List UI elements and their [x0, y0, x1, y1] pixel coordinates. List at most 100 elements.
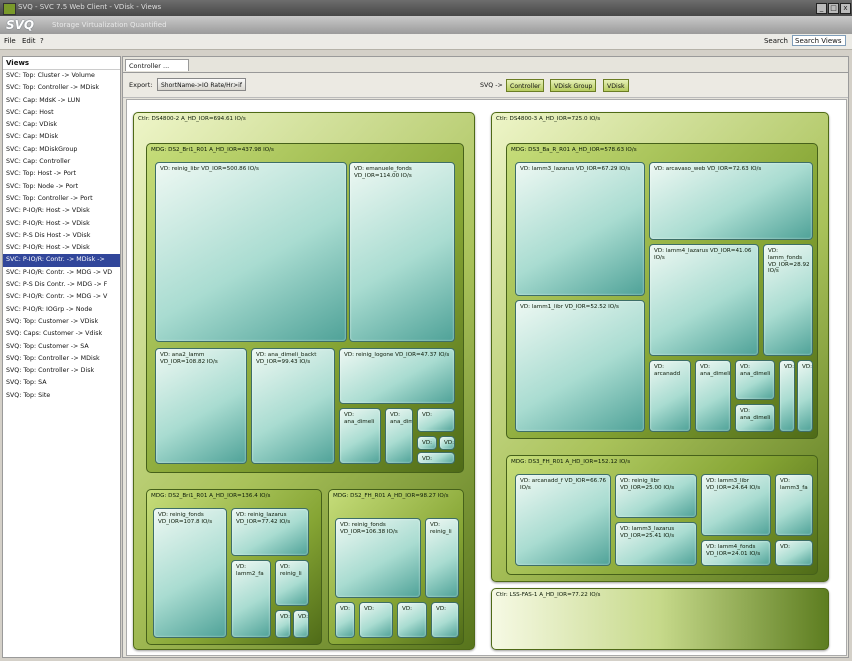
vdisk-node[interactable]: VD: lamm4_fonds VD_IOR=24.01 IO/s [701, 540, 771, 566]
app-banner: SVQ Storage Virtualization Quantified [0, 16, 852, 35]
vdisk-node-label: VD: lamm3_fa [780, 478, 808, 491]
vdisk-node-label: VD: lamm2_fa [236, 564, 264, 577]
views-list-item[interactable]: SVC: Top: Node -> Port [3, 181, 120, 193]
vdisk-node[interactable]: VD: reinig_logone VD_IOR=47.37 IO/s [339, 348, 455, 404]
vdisk-node[interactable]: VD: reinig_fonds VD_IOR=106.38 IO/s [335, 518, 421, 598]
mdisk-group-node[interactable]: MDG: DS3_Ba_R_R01 A_HD_IOR=578.63 IO/s VD… [506, 143, 818, 439]
controller-node[interactable]: Ctlr: LSS-FAS-1 A_HD_IOR=77.22 IO/s [491, 588, 829, 650]
views-list-item[interactable]: SVC: P-IO/R: Host -> VDisk [3, 205, 120, 217]
vdisk-node[interactable]: VD: arcanadd [649, 360, 691, 432]
views-list-item[interactable]: SVQ: Top: Controller -> Disk [3, 365, 120, 377]
mdisk-group-node[interactable]: MDG: DS2_FH_R01 A_HD_IOR=98.27 IO/s VD: r… [328, 489, 464, 645]
views-list-item[interactable]: SVC: Top: Cluster -> Volume [3, 70, 120, 82]
views-list-item[interactable]: SVC: P-IO/R: Host -> VDisk [3, 218, 120, 230]
controller-node-label: Ctlr: DS4800-2 A_HD_IOR=694.61 IO/s [138, 116, 246, 122]
menu-help[interactable]: ? [40, 37, 44, 45]
maximize-button[interactable]: □ [828, 3, 839, 14]
vdisk-node-label: VD: [422, 412, 433, 418]
vdisk-node[interactable]: VD: lamm2_fa [231, 560, 271, 638]
menu-edit[interactable]: Edit [22, 37, 36, 45]
vdisk-node[interactable]: VD: [775, 540, 813, 566]
vdisk-node[interactable]: VD: reinig_lazarus VD_IOR=77.42 IO/s [231, 508, 309, 556]
vdisk-node[interactable]: VD: ana_dimeli [735, 360, 775, 400]
views-list-item[interactable]: SVC: P-IO/R: IOGrp -> Node [3, 304, 120, 316]
vdisk-node[interactable]: VD: lamm3_lazarus VD_IOR=25.41 IO/s [615, 522, 697, 566]
vdisk-node[interactable]: VD: [779, 360, 795, 432]
views-list-item[interactable]: SVQ: Top: Controller -> MDisk [3, 353, 120, 365]
views-list-item[interactable]: SVC: Cap: VDisk [3, 119, 120, 131]
vdisk-node-label: VD: [402, 606, 413, 612]
views-list-item[interactable]: SVC: Top: Controller -> MDisk [3, 82, 120, 94]
views-list-item[interactable]: SVC: P-IO/R: Host -> VDisk [3, 242, 120, 254]
vdisk-node[interactable]: VD: arcavaso_web VD_IOR=72.63 IO/s [649, 162, 813, 240]
vdisk-node[interactable]: VD: arcanadd_f VD_IOR=66.76 IO/s [515, 474, 611, 566]
views-list-item[interactable]: SVQ: Top: Site [3, 390, 120, 402]
controller-node[interactable]: Ctlr: DS4800-3 A_HD_IOR=725.0 IO/s MDG: D… [491, 112, 829, 582]
views-list-item[interactable]: SVC: P-IO/R: Contr. -> MDG -> VD [3, 267, 120, 279]
breadcrumb-vdisk-group[interactable]: VDisk Group [550, 79, 597, 92]
views-list-item[interactable]: SVC: Cap: MdsK -> LUN [3, 95, 120, 107]
vdisk-node[interactable]: VD: reinig_libr VD_IOR=25.00 IO/s [615, 474, 697, 518]
views-list-item[interactable]: SVQ: Top: Customer -> SA [3, 341, 120, 353]
app-logo: SVQ [6, 18, 35, 32]
vdisk-node-label: VD: arcavaso_web VD_IOR=72.63 IO/s [654, 166, 762, 172]
vdisk-node[interactable]: VD: lamm3_lazarus VD_IOR=67.29 IO/s [515, 162, 645, 296]
vdisk-node[interactable]: VD: lamm4_lazarus VD_IOR=41.06 IO/s [649, 244, 759, 356]
vdisk-node[interactable]: VD: [293, 610, 309, 638]
vdisk-node[interactable]: VD: [797, 360, 813, 432]
vdisk-node[interactable]: VD: [397, 602, 427, 638]
vdisk-node[interactable]: VD: reinig_li [275, 560, 309, 606]
mdisk-group-node[interactable]: MDG: DS2_Bri1_R01 A_HD_IOR=136.4 IO/s VD:… [146, 489, 322, 645]
vdisk-node[interactable]: VD: [417, 408, 455, 432]
views-list-item[interactable]: SVC: P-IO/R: Contr. -> MDisk -> [3, 254, 120, 267]
vdisk-node[interactable]: VD: [431, 602, 459, 638]
vdisk-node[interactable]: VD: [417, 436, 437, 450]
views-list-item[interactable]: SVC: P-IO/R: Contr. -> MDG -> V [3, 291, 120, 303]
views-list-item[interactable]: SVC: Cap: MDisk [3, 131, 120, 143]
vdisk-node[interactable]: VD: ana_dimeli_backt VD_IOR=99.43 IO/s [251, 348, 335, 464]
vdisk-node[interactable]: VD: ana_dimeli [695, 360, 731, 432]
views-list-item[interactable]: SVC: P-S Dis Contr. -> MDG -> F [3, 279, 120, 291]
controller-node[interactable]: Ctlr: DS4800-2 A_HD_IOR=694.61 IO/s MDG: … [133, 112, 475, 650]
vdisk-node[interactable]: VD: [335, 602, 355, 638]
vdisk-node[interactable]: VD: lamm3_fa [775, 474, 813, 536]
vdisk-node[interactable]: VD: [439, 436, 455, 450]
vdisk-node[interactable]: VD: ana_dimeli [735, 404, 775, 432]
views-list-item[interactable]: SVC: Cap: Host [3, 107, 120, 119]
vdisk-node[interactable]: VD: reinig_li [425, 518, 459, 598]
vdisk-node[interactable]: VD: ana2_lamm VD_IOR=108.82 IO/s [155, 348, 247, 464]
menu-file[interactable]: File [4, 37, 16, 45]
search-input[interactable]: Search Views [792, 35, 846, 46]
views-list-item[interactable]: SVC: Top: Controller -> Port [3, 193, 120, 205]
mdisk-group-node[interactable]: MDG: DS3_FH_R01 A_HD_IOR=152.12 IO/s VD: … [506, 455, 818, 575]
vdisk-node-label: VD: ana_dimeli [700, 364, 731, 377]
vdisk-node[interactable]: VD: emanuele_fonds VD_IOR=114.00 IO/s [349, 162, 455, 342]
tab-controller-vdisk[interactable]: Controller ... VDisk [125, 59, 189, 82]
vdisk-node[interactable]: VD: [275, 610, 291, 638]
vdisk-node[interactable]: VD: reinig_libr VD_IOR=500.86 IO/s [155, 162, 347, 342]
breadcrumb-vdisk[interactable]: VDisk [603, 79, 629, 92]
vdisk-node[interactable]: VD: lamm1_libr VD_IOR=52.52 IO/s [515, 300, 645, 432]
views-list-item[interactable]: SVC: P-S Dis Host -> VDisk [3, 230, 120, 242]
vdisk-node[interactable]: VD: ana_dimeli [385, 408, 413, 464]
search-label: Search [763, 37, 788, 45]
treemap-canvas[interactable]: Ctlr: DS4800-2 A_HD_IOR=694.61 IO/s MDG: … [126, 99, 847, 656]
views-list-item[interactable]: SVQ: Top: Customer -> VDisk [3, 316, 120, 328]
views-list-item[interactable]: SVQ: Caps: Customer -> Vdisk [3, 328, 120, 340]
close-button[interactable]: x [840, 3, 851, 14]
views-list-item[interactable]: SVC: Top: Host -> Port [3, 168, 120, 180]
views-list-item[interactable]: SVC: Cap: MDiskGroup [3, 144, 120, 156]
vdisk-node[interactable]: VD: lamm_fonds VD_IOR=28.92 IO/s [763, 244, 813, 356]
views-header: Views [3, 57, 120, 70]
breadcrumb-controller[interactable]: Controller [506, 79, 545, 92]
vdisk-node[interactable]: VD: [359, 602, 393, 638]
views-list-item[interactable]: SVC: Cap: Controller [3, 156, 120, 168]
views-list-item[interactable]: SVQ: Top: SA [3, 377, 120, 389]
vdisk-node[interactable]: VD: [417, 452, 455, 464]
vdisk-node[interactable]: VD: reinig_fonds VD_IOR=107.8 IO/s [153, 508, 227, 638]
mdisk-group-node[interactable]: MDG: DS2_Bri1_R01 A_HD_IOR=437.98 IO/s VD… [146, 143, 464, 473]
vdisk-node[interactable]: VD: lamm3_libr VD_IOR=24.64 IO/s [701, 474, 771, 536]
minimize-button[interactable]: _ [816, 3, 827, 14]
export-button[interactable]: ShortName->IO Rate/Hr>if [157, 78, 246, 91]
vdisk-node[interactable]: VD: ana_dimeli [339, 408, 381, 464]
